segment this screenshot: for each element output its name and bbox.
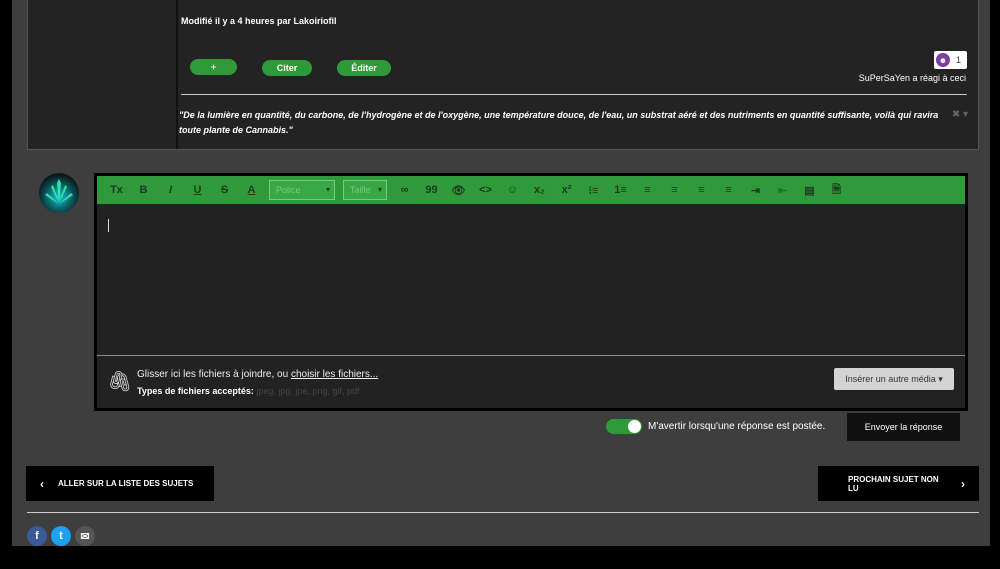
align-center-icon[interactable]: ≡	[661, 179, 688, 201]
signature: "De la lumière en quantité, du carbone, …	[179, 110, 939, 135]
edit-button[interactable]: Éditer	[337, 60, 391, 76]
italic-icon[interactable]: I	[157, 179, 184, 201]
next-unread-button[interactable]: PROCHAIN SUJET NON LU ›	[818, 466, 979, 501]
superscript-icon[interactable]: x²	[553, 179, 580, 201]
notify-label: M'avertir lorsqu'une réponse est postée.	[648, 421, 826, 432]
signature-divider	[181, 94, 967, 95]
code-icon[interactable]: <>	[472, 179, 499, 201]
attach-drop-text: Glisser ici les fichiers à joindre, ou c…	[137, 369, 378, 380]
footer-divider	[27, 512, 979, 513]
signature-tools-icon[interactable]: ✖ ▾	[952, 109, 968, 120]
underline-icon[interactable]: U	[184, 179, 211, 201]
notify-toggle[interactable]	[606, 419, 642, 434]
reaction-icon: ☻	[936, 53, 950, 67]
next-unread-label: PROCHAIN SUJET NON LU	[848, 474, 939, 493]
clear-format-icon[interactable]: Tx	[103, 179, 130, 201]
quote-icon[interactable]: 99	[418, 179, 445, 201]
strikethrough-icon[interactable]: S	[211, 179, 238, 201]
page: Modifié il y a 4 heures par Lakoiriofil …	[12, 0, 990, 546]
justify-icon[interactable]: ≡	[715, 179, 742, 201]
reply-editor[interactable]: Tx B I U S A Police Taille ∞ 99 👁 <> ☺ x…	[94, 173, 968, 411]
text-cursor	[108, 219, 109, 232]
accepted-types: Types de fichiers acceptés: jpeg, jpg, j…	[137, 386, 359, 396]
email-share-icon[interactable]: ✉	[75, 526, 95, 546]
forum-post: Modifié il y a 4 heures par Lakoiriofil …	[27, 0, 979, 150]
bullet-list-icon[interactable]: ⁝≡	[580, 179, 607, 201]
attach-drop-label: Glisser ici les fichiers à joindre, ou	[137, 369, 291, 380]
accepted-types-value: jpeg, jpg, jpe, png, gif, pdf	[256, 386, 360, 396]
send-reply-button[interactable]: Envoyer la réponse	[847, 413, 960, 441]
back-to-topics-label: ALLER SUR LA LISTE DES SUJETS	[58, 479, 194, 488]
user-avatar[interactable]	[39, 173, 79, 213]
link-icon[interactable]: ∞	[391, 179, 418, 201]
spoiler-eye-icon[interactable]: 👁	[445, 179, 472, 201]
reacted-by-text[interactable]: SuPerSaYen a réagi à ceci	[859, 73, 966, 83]
reaction-count: 1	[956, 55, 962, 65]
chevron-right-icon: ›	[961, 476, 965, 491]
bold-icon[interactable]: B	[130, 179, 157, 201]
chevron-left-icon: ‹	[40, 476, 44, 491]
paperclip-icon: 🖇	[107, 371, 133, 393]
font-select[interactable]: Police	[269, 180, 335, 200]
reaction-summary[interactable]: ☻ 1	[934, 51, 967, 69]
facebook-share-icon[interactable]: f	[27, 526, 47, 546]
attach-divider	[97, 355, 965, 356]
preview-icon[interactable]: 🗎	[823, 179, 850, 201]
emoji-icon[interactable]: ☺	[499, 179, 526, 201]
quote-button[interactable]: Citer	[262, 60, 312, 76]
align-right-icon[interactable]: ≡	[688, 179, 715, 201]
editor-toolbar: Tx B I U S A Police Taille ∞ 99 👁 <> ☺ x…	[97, 176, 965, 204]
text-color-icon[interactable]: A	[238, 179, 265, 201]
choose-files-link[interactable]: choisir les fichiers...	[291, 369, 378, 380]
twitter-share-icon[interactable]: t	[51, 526, 71, 546]
size-select[interactable]: Taille	[343, 180, 387, 200]
accepted-types-label: Types de fichiers acceptés:	[137, 386, 257, 396]
add-button[interactable]: +	[190, 59, 237, 75]
source-icon[interactable]: ▤	[796, 179, 823, 201]
numbered-list-icon[interactable]: 1≡	[607, 179, 634, 201]
outdent-icon[interactable]: ⇤	[769, 179, 796, 201]
back-to-topics-button[interactable]: ‹ ALLER SUR LA LISTE DES SUJETS	[26, 466, 214, 501]
subscript-icon[interactable]: x₂	[526, 179, 553, 201]
align-left-icon[interactable]: ≡	[634, 179, 661, 201]
post-author-column	[28, 0, 178, 149]
edited-note: Modifié il y a 4 heures par Lakoiriofil	[181, 16, 337, 26]
insert-media-button[interactable]: Insérer un autre média ▾	[834, 368, 954, 390]
indent-icon[interactable]: ⇥	[742, 179, 769, 201]
